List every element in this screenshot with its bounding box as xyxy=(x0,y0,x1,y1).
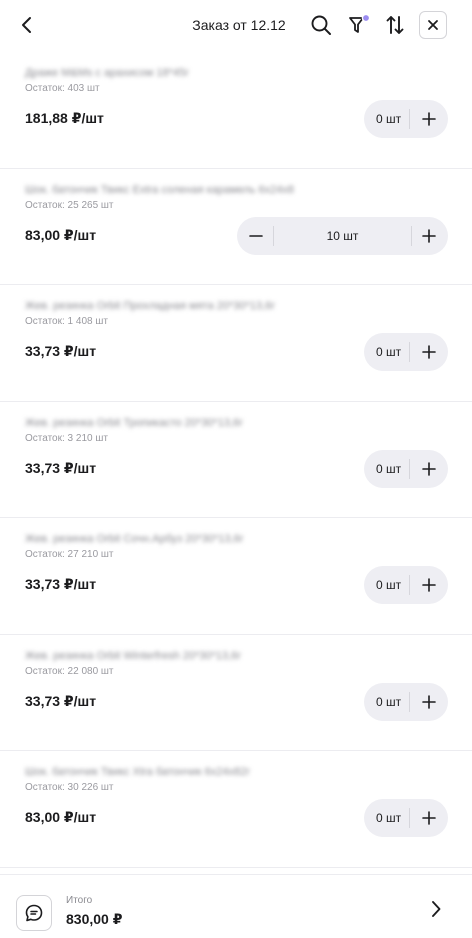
quantity-value: 0 шт xyxy=(376,694,402,709)
product-price: 33,73 ₽/шт xyxy=(25,692,97,709)
product-price: 33,73 ₽/шт xyxy=(25,343,97,359)
plus-icon xyxy=(422,694,436,709)
quantity-stepper[interactable]: 0 шт xyxy=(364,100,448,138)
product-stock: Остаток: 403 шт xyxy=(25,83,100,94)
order-total-bar[interactable]: Итого 830,00 ₽ xyxy=(0,874,472,938)
product-name: Шок. батончик Твикс Xtra батончик 6x24x8… xyxy=(25,766,251,778)
close-button[interactable] xyxy=(419,11,447,39)
quantity-stepper[interactable]: 0 шт xyxy=(364,566,448,604)
increase-button[interactable] xyxy=(410,566,448,604)
quantity-stepper[interactable]: 0 шт xyxy=(364,449,448,488)
sort-button[interactable] xyxy=(381,11,409,39)
increase-button[interactable] xyxy=(410,100,448,138)
plus-icon xyxy=(422,811,436,825)
sort-icon xyxy=(386,16,404,34)
product-item: Жев. резинка Orbit Тропикасто 20*30*13,6… xyxy=(0,402,472,518)
back-arrow-icon xyxy=(22,17,31,33)
product-stock: Остаток: 22 080 шт xyxy=(25,665,114,677)
quantity-value: 0 шт xyxy=(376,345,402,359)
product-item: Жев. резинка Orbit Прохладная мята 20*30… xyxy=(0,285,472,402)
product-stock: Остаток: 27 210 шт xyxy=(25,549,114,560)
close-icon xyxy=(428,20,438,30)
chat-icon xyxy=(25,904,43,922)
total-value: 830,00 ₽ xyxy=(66,911,123,927)
increase-button[interactable] xyxy=(410,450,448,488)
quantity-value: 0 шт xyxy=(376,461,402,476)
filter-icon xyxy=(349,13,371,33)
plus-icon xyxy=(422,578,436,592)
product-price: 83,00 ₽/шт xyxy=(25,226,97,243)
increase-button[interactable] xyxy=(410,333,448,371)
product-stock: Остаток: 30 226 шт xyxy=(25,782,114,793)
quantity-stepper[interactable]: 0 шт xyxy=(364,682,448,721)
chevron-right-icon xyxy=(432,901,441,917)
product-price: 33,73 ₽/шт xyxy=(25,576,97,592)
quantity-value: 0 шт xyxy=(376,112,402,126)
plus-icon xyxy=(422,345,436,359)
quantity-stepper[interactable]: 10 шт xyxy=(237,216,448,255)
product-name: Жев. резинка Orbit Тропикасто 20*30*13,6… xyxy=(25,416,244,429)
product-name: Жев. резинка Orbit Прохладная мята 20*30… xyxy=(25,300,276,312)
quantity-stepper[interactable]: 0 шт xyxy=(364,333,448,371)
filter-active-badge xyxy=(361,13,371,23)
increase-button[interactable] xyxy=(410,683,448,721)
product-price: 33,73 ₽/шт xyxy=(25,459,97,476)
plus-icon xyxy=(422,461,436,476)
plus-icon xyxy=(422,112,436,126)
product-item: Шок. батончик Твикс Xtra батончик 6x24x8… xyxy=(0,751,472,868)
app-header: Заказ от 12.12 xyxy=(0,0,472,52)
product-price: 83,00 ₽/шт xyxy=(25,809,97,825)
back-button[interactable] xyxy=(14,12,40,38)
search-button[interactable] xyxy=(307,11,335,39)
increase-button[interactable] xyxy=(410,217,448,255)
quantity-value: 0 шт xyxy=(376,811,402,825)
chat-button[interactable] xyxy=(16,895,52,931)
increase-button[interactable] xyxy=(410,799,448,837)
product-item: Жев. резинка Orbit Winterfresh 20*30*13,… xyxy=(0,635,472,751)
product-name: Жев. резинка Orbit Winterfresh 20*30*13,… xyxy=(25,649,242,662)
quantity-value: 0 шт xyxy=(376,578,402,592)
product-item: Драже M&Ms с арахисом 18*45г Остаток: 40… xyxy=(0,52,472,169)
product-list: Драже M&Ms с арахисом 18*45г Остаток: 40… xyxy=(0,52,472,868)
product-name: Драже M&Ms с арахисом 18*45г xyxy=(25,67,190,79)
plus-icon xyxy=(422,228,436,243)
product-stock: Остаток: 3 210 шт xyxy=(25,432,108,444)
product-stock: Остаток: 1 408 шт xyxy=(25,316,108,327)
proceed-button[interactable] xyxy=(424,897,448,921)
product-name: Жев. резинка Orbit Сочн.Арбуз 20*30*13,6… xyxy=(25,533,244,545)
total-label: Итого xyxy=(66,895,93,906)
product-item: Шок. батончик Твикс Extra соленая караме… xyxy=(0,169,472,285)
product-stock: Остаток: 25 265 шт xyxy=(25,199,114,211)
product-name: Шок. батончик Твикс Extra соленая караме… xyxy=(25,183,294,196)
quantity-stepper[interactable]: 0 шт xyxy=(364,799,448,837)
product-item: Жев. резинка Orbit Сочн.Арбуз 20*30*13,6… xyxy=(0,518,472,635)
search-icon xyxy=(311,15,331,35)
product-price: 181,88 ₽/шт xyxy=(25,110,104,126)
filter-button[interactable] xyxy=(345,11,373,39)
